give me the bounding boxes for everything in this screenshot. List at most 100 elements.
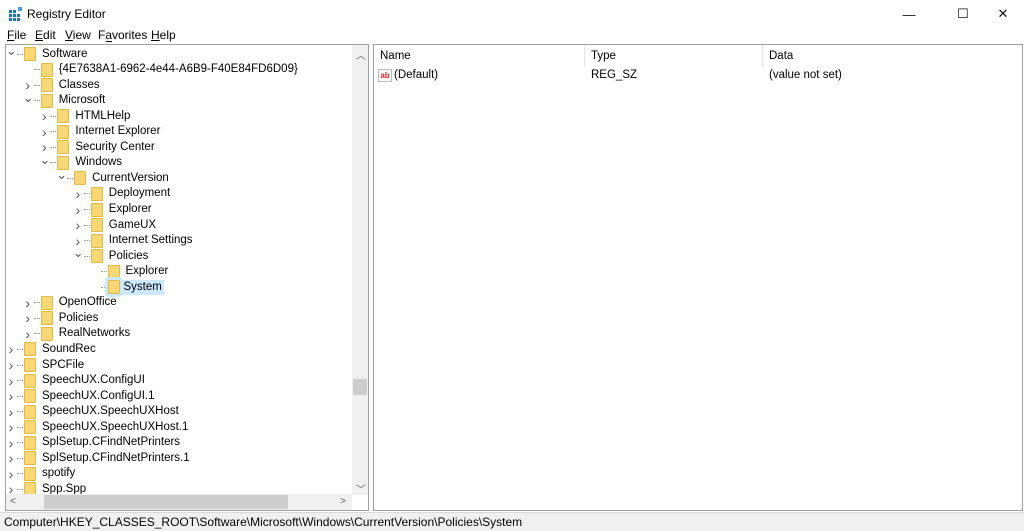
expand-chevron-icon[interactable]: › bbox=[23, 326, 33, 342]
folder-icon bbox=[40, 78, 53, 93]
folder-icon bbox=[24, 373, 36, 388]
column-header-data[interactable]: Data bbox=[763, 45, 1023, 67]
tree-item[interactable]: Explorer bbox=[90, 264, 171, 280]
tree-item-label: SpeechUX.SpeechUXHost bbox=[42, 405, 179, 418]
tree-item[interactable]: ⌄ Microsoft bbox=[23, 90, 108, 109]
tree-connector bbox=[17, 348, 23, 350]
tree-item-label: CurrentVersion bbox=[92, 171, 169, 184]
collapse-chevron-icon[interactable]: ⌄ bbox=[73, 245, 84, 261]
tree-item-label: SpeechUX.SpeechUXHost.1 bbox=[42, 420, 189, 433]
expand-chevron-icon[interactable]: › bbox=[6, 357, 16, 373]
expand-chevron-icon[interactable]: › bbox=[6, 466, 16, 482]
expand-chevron-icon[interactable]: › bbox=[6, 388, 16, 404]
menu-edit[interactable]: Edit bbox=[35, 28, 56, 42]
values-list[interactable]: Name Type Data ab (Default) REG_SZ (valu… bbox=[373, 44, 1023, 511]
scrollbar-thumb[interactable] bbox=[353, 379, 367, 395]
expand-chevron-icon[interactable]: › bbox=[73, 186, 83, 202]
expand-chevron-icon[interactable]: › bbox=[23, 310, 33, 326]
folder-icon bbox=[24, 358, 36, 372]
tree-item[interactable]: › Classes bbox=[23, 77, 102, 93]
column-header-type[interactable]: Type bbox=[585, 45, 763, 67]
tree-connector bbox=[83, 240, 90, 242]
tree-item[interactable]: ⌄ Windows bbox=[39, 152, 124, 171]
tree-item[interactable]: › SplSetup.CFindNetPrinters.1 bbox=[6, 450, 192, 466]
collapse-chevron-icon[interactable]: ⌄ bbox=[6, 45, 17, 59]
tree-item[interactable]: › Internet Explorer bbox=[39, 124, 162, 140]
tree-item-label: SpeechUX.ConfigUI bbox=[42, 374, 145, 387]
tree-item[interactable]: ⌄ CurrentVersion bbox=[56, 167, 171, 186]
scroll-up-icon[interactable]: ︿ bbox=[356, 47, 366, 62]
collapse-chevron-icon[interactable]: ⌄ bbox=[56, 167, 67, 183]
tree-item[interactable]: › SpeechUX.SpeechUXHost bbox=[6, 404, 181, 420]
tree-item-label: GameUX bbox=[108, 218, 157, 231]
expand-chevron-icon[interactable]: › bbox=[23, 295, 33, 311]
tree-item[interactable]: › Security Center bbox=[39, 139, 156, 155]
folder-icon bbox=[57, 140, 70, 155]
menu-view[interactable]: View bbox=[65, 28, 91, 42]
tree-connector bbox=[17, 426, 23, 428]
tree-item[interactable]: › SpeechUX.ConfigUI bbox=[6, 373, 147, 389]
value-data: (value not set) bbox=[769, 69, 842, 81]
expand-chevron-icon[interactable]: › bbox=[39, 108, 49, 124]
collapse-chevron-icon[interactable]: ⌄ bbox=[23, 90, 34, 106]
tree-item[interactable]: ⌄ Software bbox=[6, 45, 89, 62]
folder-icon bbox=[24, 451, 36, 466]
tree-item-label: SPCFile bbox=[42, 358, 85, 371]
tree-item[interactable]: › SpeechUX.ConfigUI.1 bbox=[6, 388, 157, 404]
expand-chevron-icon[interactable]: › bbox=[6, 435, 16, 451]
tree-item-label: Policies bbox=[108, 249, 149, 262]
expand-chevron-icon[interactable]: › bbox=[6, 341, 16, 357]
tree-item[interactable]: › SpeechUX.SpeechUXHost.1 bbox=[6, 419, 190, 435]
folder-icon bbox=[24, 342, 36, 357]
tree-item[interactable]: › Policies bbox=[23, 310, 101, 326]
tree-item[interactable]: › HTMLHelp bbox=[39, 108, 132, 124]
tree-item[interactable]: › SplSetup.CFindNetPrinters bbox=[6, 435, 182, 451]
scrollbar-thumb[interactable] bbox=[44, 495, 288, 509]
tree-item[interactable]: › OpenOffice bbox=[23, 295, 119, 311]
scroll-down-icon[interactable]: ﹀ bbox=[356, 481, 366, 496]
tree-item[interactable]: › Deployment bbox=[73, 186, 172, 202]
tree-item[interactable]: › Internet Settings bbox=[73, 233, 195, 249]
tree-item[interactable]: ⌄ Policies bbox=[73, 245, 151, 264]
tree-connector bbox=[17, 411, 23, 413]
collapse-chevron-icon[interactable]: ⌄ bbox=[39, 152, 50, 168]
column-header-name[interactable]: Name bbox=[374, 45, 585, 67]
tree-item[interactable]: › spotify bbox=[6, 466, 77, 482]
folder-icon bbox=[74, 171, 87, 186]
expand-chevron-icon[interactable]: › bbox=[6, 404, 16, 420]
scroll-right-icon[interactable]: > bbox=[340, 496, 346, 507]
tree-item-label: Explorer bbox=[108, 203, 152, 215]
expand-chevron-icon[interactable]: › bbox=[73, 202, 83, 218]
folder-icon bbox=[104, 277, 123, 298]
folder-icon bbox=[90, 218, 103, 233]
tree-item[interactable]: › Explorer bbox=[73, 202, 154, 218]
expand-chevron-icon[interactable]: › bbox=[6, 419, 16, 435]
tree-item-label: Deployment bbox=[108, 187, 171, 200]
scroll-left-icon[interactable]: < bbox=[10, 496, 16, 507]
expand-chevron-icon[interactable]: › bbox=[73, 217, 83, 233]
tree-item[interactable]: System bbox=[90, 277, 164, 298]
access-key-underline bbox=[106, 41, 112, 42]
tree-item[interactable]: › RealNetworks bbox=[23, 326, 133, 342]
tree-item[interactable]: › SoundRec bbox=[6, 341, 98, 357]
close-button[interactable]: ✕ bbox=[980, 0, 1024, 28]
tree-connector bbox=[83, 209, 90, 210]
key-tree[interactable]: ⌄ Software {4E7638A1-6962-4e44-A6B9-F40E84… bbox=[5, 44, 369, 511]
expand-chevron-icon[interactable]: › bbox=[6, 450, 16, 466]
vertical-scrollbar[interactable]: ︿ ﹀ bbox=[352, 45, 368, 496]
tree-item[interactable]: › SPCFile bbox=[6, 357, 86, 373]
expand-chevron-icon[interactable]: › bbox=[39, 124, 49, 140]
minimize-button[interactable]: — bbox=[886, 0, 932, 28]
menu-help[interactable]: Help bbox=[151, 28, 176, 42]
folder-icon bbox=[24, 435, 36, 450]
tree-item-label: SplSetup.CFindNetPrinters bbox=[42, 436, 181, 449]
horizontal-scrollbar[interactable]: < > bbox=[6, 494, 352, 510]
menu-favorites[interactable]: Favorites bbox=[98, 28, 147, 42]
menu-file[interactable]: File bbox=[7, 28, 26, 42]
tree-connector bbox=[17, 395, 23, 397]
expand-chevron-icon[interactable]: › bbox=[6, 373, 16, 389]
tree-item[interactable]: › GameUX bbox=[73, 217, 158, 233]
tree-item-label: Policies bbox=[58, 311, 99, 324]
tree-item[interactable]: {4E7638A1-6962-4e44-A6B9-F40E84FD6D09} bbox=[23, 62, 300, 78]
tree-item-label: SoundRec bbox=[42, 342, 96, 355]
